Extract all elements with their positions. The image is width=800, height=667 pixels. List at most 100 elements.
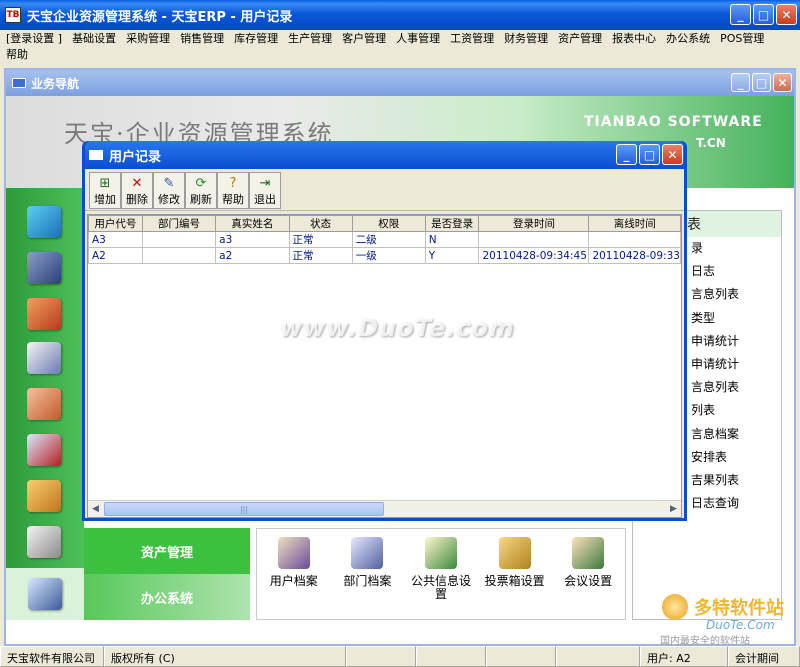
module-inventory[interactable] (16, 294, 72, 334)
function-meeting[interactable]: 会议设置 (551, 529, 625, 619)
category-assets[interactable]: 资产管理 (84, 528, 250, 574)
table-cell: A3 (88, 231, 143, 248)
table-row[interactable]: A2 a2 正常 一级 Y 20110428-09:34:45 20110428… (88, 247, 681, 264)
status-empty-3 (486, 646, 556, 667)
table-cell: 一级 (351, 247, 426, 264)
dialog-body: ⊞ 增加 ✕ 删除 ✎ 修改 ⟳ 刷新 ? 帮助 ⇥ 退出 用户代号 部门编号 真实姓名 状… (85, 169, 684, 518)
menu-office[interactable]: 办公系统 (666, 31, 710, 47)
function-user-file[interactable]: 用户档案 (257, 529, 331, 619)
edit-button[interactable]: ✎ 修改 (153, 172, 185, 209)
scroll-left-icon[interactable]: ◀ (88, 502, 103, 516)
center-watermark: www.DuoTe.com (280, 314, 515, 342)
watermark-brand-name: 多特软件站 (694, 598, 784, 619)
nav-minimize-button[interactable]: _ (731, 73, 750, 92)
delete-button[interactable]: ✕ 删除 (121, 172, 153, 209)
menu-reports[interactable]: 报表中心 (612, 31, 656, 47)
menu-help[interactable]: 帮助 (6, 47, 28, 63)
table-header-row: 用户代号 部门编号 真实姓名 状态 权限 是否登录 登录时间 离线时间 (88, 215, 681, 232)
nav-close-button[interactable]: ✕ (773, 73, 792, 92)
business-nav-title: 业务导航 (31, 76, 80, 91)
menu-bar: [登录设置 ] 基础设置 采购管理 销售管理 库存管理 生产管理 客户管理 人事… (0, 30, 800, 64)
menu-customer[interactable]: 客户管理 (342, 31, 386, 47)
user-records-grid[interactable]: 用户代号 部门编号 真实姓名 状态 权限 是否登录 登录时间 离线时间 A3 a… (87, 214, 682, 518)
module-hr[interactable] (16, 430, 72, 470)
menu-basic-settings[interactable]: 基础设置 (72, 31, 116, 47)
exit-button[interactable]: ⇥ 退出 (249, 172, 281, 209)
column-header[interactable]: 真实姓名 (215, 215, 290, 232)
window-icon (12, 78, 26, 88)
close-button[interactable]: ✕ (776, 4, 797, 25)
function-department-file[interactable]: 部门档案 (331, 529, 405, 619)
dialog-close-button[interactable]: ✕ (662, 144, 683, 165)
refresh-button[interactable]: ⟳ 刷新 (185, 172, 217, 209)
watermark-tagline: 国内最安全的软件站 (660, 636, 750, 647)
module-sales[interactable] (16, 248, 72, 288)
menu-pos[interactable]: POS管理 (720, 31, 764, 47)
ballot-box-icon (498, 537, 531, 569)
menu-payroll[interactable]: 工资管理 (450, 31, 494, 47)
status-bar: 天宝软件有限公司 版权所有 (C) 用户: A2 会计期间 (0, 646, 800, 667)
table-cell: 正常 (288, 231, 353, 248)
function-ballot-box[interactable]: 投票箱设置 (478, 529, 552, 619)
maximize-button[interactable]: □ (753, 4, 774, 25)
menu-production[interactable]: 生产管理 (288, 31, 332, 47)
module-production[interactable] (16, 338, 72, 378)
handshake-icon (27, 388, 61, 420)
status-empty-4 (556, 646, 640, 667)
nav-maximize-button[interactable]: □ (752, 73, 771, 92)
status-empty-1 (346, 646, 416, 667)
column-header[interactable]: 登录时间 (478, 215, 590, 232)
column-header[interactable]: 状态 (288, 215, 353, 232)
scroll-right-icon[interactable]: ▶ (666, 502, 681, 516)
watermark-brand-url: DuoTe.Com (706, 618, 775, 632)
menu-sales[interactable]: 销售管理 (180, 31, 224, 47)
table-cell (141, 231, 217, 248)
column-header[interactable]: 用户代号 (88, 215, 143, 232)
module-finance[interactable] (16, 476, 72, 516)
dialog-title-bar: 用户记录 _ □ ✕ (85, 141, 684, 169)
status-empty-2 (416, 646, 486, 667)
menu-assets[interactable]: 资产管理 (558, 31, 602, 47)
table-cell (588, 231, 681, 248)
menu-inventory[interactable]: 库存管理 (234, 31, 278, 47)
category-office[interactable]: 办公系统 (84, 574, 250, 620)
horizontal-scrollbar[interactable]: ◀ ||| ▶ (88, 500, 681, 517)
table-cell (478, 231, 590, 248)
status-company: 天宝软件有限公司 (0, 646, 104, 667)
minimize-button[interactable]: _ (730, 4, 751, 25)
table-cell: a2 (215, 247, 290, 264)
clock-icon (27, 342, 61, 374)
function-public-info[interactable]: 公共信息设 置 (404, 529, 478, 619)
column-header[interactable]: 权限 (351, 215, 426, 232)
column-header[interactable]: 部门编号 (141, 215, 217, 232)
status-period: 会计期间 (728, 646, 800, 667)
module-purchase[interactable] (16, 202, 72, 242)
table-cell: N (424, 231, 480, 248)
meeting-icon (572, 537, 605, 569)
coins-icon (27, 480, 61, 512)
dialog-maximize-button[interactable]: □ (639, 144, 660, 165)
column-header[interactable]: 离线时间 (588, 215, 681, 232)
menu-finance[interactable]: 财务管理 (504, 31, 548, 47)
dialog-toolbar: ⊞ 增加 ✕ 删除 ✎ 修改 ⟳ 刷新 ? 帮助 ⇥ 退出 (85, 169, 684, 211)
help-button[interactable]: ? 帮助 (217, 172, 249, 209)
banner-brand: TIANBAO SOFTWARE (584, 114, 763, 130)
table-cell: A2 (88, 247, 143, 264)
column-header[interactable]: 是否登录 (424, 215, 480, 232)
scrollbar-thumb[interactable]: ||| (104, 502, 384, 516)
dialog-title: 用户记录 (109, 149, 162, 165)
menu-purchase[interactable]: 采购管理 (126, 31, 170, 47)
table-row[interactable]: A3 a3 正常 二级 N (88, 231, 681, 248)
menu-login-settings[interactable]: [登录设置 ] (6, 31, 62, 47)
shopping-cart-icon (27, 206, 61, 238)
module-assets[interactable] (16, 522, 72, 562)
menu-hr[interactable]: 人事管理 (396, 31, 440, 47)
dialog-window-icon (89, 150, 103, 160)
module-customer[interactable] (16, 384, 72, 424)
table-cell: 20110428-09:33 (588, 247, 681, 264)
table-cell: a3 (215, 231, 290, 248)
app-logo-icon: TB (5, 7, 21, 23)
dialog-minimize-button[interactable]: _ (616, 144, 637, 165)
add-button[interactable]: ⊞ 增加 (89, 172, 121, 209)
module-office-active[interactable] (6, 568, 84, 620)
